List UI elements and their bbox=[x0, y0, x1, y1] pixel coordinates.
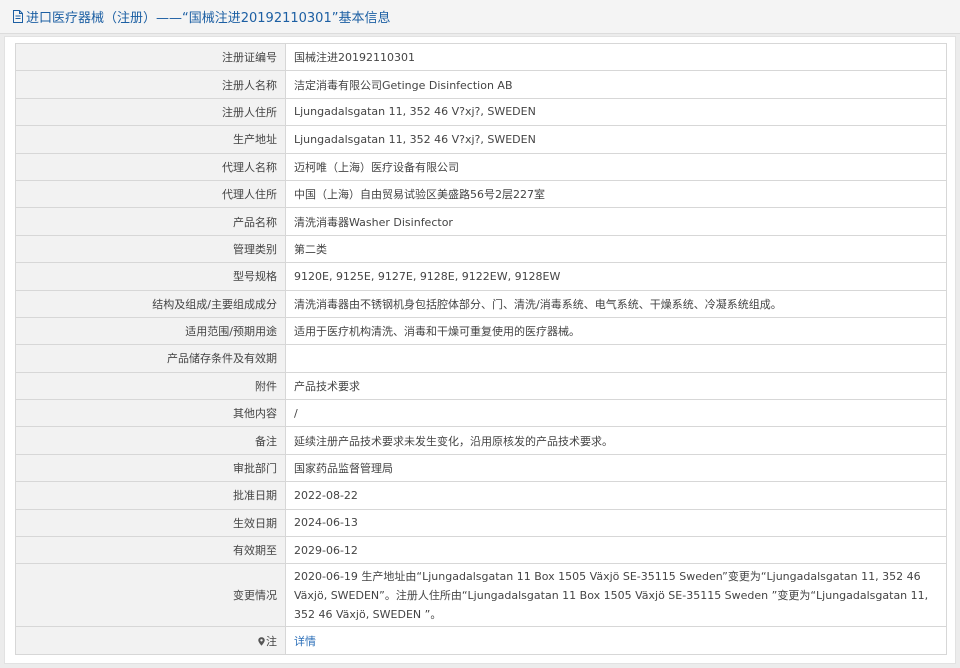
row-value: 2029-06-12 bbox=[285, 536, 947, 565]
row-value: 延续注册产品技术要求未发生变化，沿用原核发的产品技术要求。 bbox=[285, 426, 947, 455]
row-value: 2022-08-22 bbox=[285, 481, 947, 510]
row-label: 审批部门 bbox=[15, 453, 286, 483]
row-label: 适用范围/预期用途 bbox=[15, 316, 286, 346]
table-row: 备注 延续注册产品技术要求未发生变化，沿用原核发的产品技术要求。 bbox=[15, 426, 947, 455]
table-row: 有效期至 2029-06-12 bbox=[15, 536, 947, 565]
table-row: 注册人名称 洁定消毒有限公司Getinge Disinfection AB bbox=[15, 70, 947, 99]
table-row: 代理人名称 迈柯唯（上海）医疗设备有限公司 bbox=[15, 152, 947, 181]
row-value: 2020-06-19 生产地址由“Ljungadalsgatan 11 Box … bbox=[285, 563, 947, 628]
row-value: 洁定消毒有限公司Getinge Disinfection AB bbox=[285, 70, 947, 99]
row-label: 生效日期 bbox=[15, 508, 286, 538]
row-label: 附件 bbox=[15, 371, 286, 401]
row-value: 第二类 bbox=[285, 234, 947, 264]
detail-table: 注册证编号 国械注进20192110301 注册人名称 洁定消毒有限公司Getinge… bbox=[15, 42, 947, 655]
row-label: 注册人住所 bbox=[15, 97, 286, 127]
row-value: Ljungadalsgatan 11, 352 46 V?xj?, SWEDEN bbox=[285, 125, 947, 154]
table-row: 产品名称 清洗消毒器Washer Disinfector bbox=[15, 207, 947, 236]
table-row: 适用范围/预期用途 适用于医疗机构清洗、消毒和干燥可重复使用的医疗器械。 bbox=[15, 316, 947, 346]
row-value: 国家药品监督管理局 bbox=[285, 453, 947, 483]
row-value: Ljungadalsgatan 11, 352 46 V?xj?, SWEDEN bbox=[285, 97, 947, 127]
row-label: 变更情况 bbox=[15, 563, 286, 628]
page-title: 进口医疗器械（注册）——“国械注进20192110301”基本信息 bbox=[26, 11, 391, 26]
row-value: 详情 bbox=[285, 626, 947, 655]
table-row: 代理人住所 中国（上海）自由贸易试验区美盛路56号2层227室 bbox=[15, 179, 947, 209]
row-label: 生产地址 bbox=[15, 125, 286, 154]
note-label: 注 bbox=[266, 634, 277, 648]
table-row: 型号规格 9120E, 9125E, 9127E, 9128E, 9122EW, … bbox=[15, 262, 947, 291]
row-label: 批准日期 bbox=[15, 481, 286, 510]
table-row: 批准日期 2022-08-22 bbox=[15, 481, 947, 510]
table-row: 注册证编号 国械注进20192110301 bbox=[15, 42, 947, 72]
table-row: 注册人住所 Ljungadalsgatan 11, 352 46 V?xj?, S… bbox=[15, 97, 947, 127]
table-row: 管理类别 第二类 bbox=[15, 234, 947, 264]
row-value: 清洗消毒器由不锈钢机身包括腔体部分、门、清洗/消毒系统、电气系统、干燥系统、冷凝… bbox=[285, 289, 947, 318]
map-pin-icon bbox=[258, 636, 265, 646]
row-label: 注册人名称 bbox=[15, 70, 286, 99]
document-icon bbox=[13, 10, 23, 23]
row-value: 适用于医疗机构清洗、消毒和干燥可重复使用的医疗器械。 bbox=[285, 316, 947, 346]
row-label: 有效期至 bbox=[15, 536, 286, 565]
row-label: 注 bbox=[15, 626, 286, 655]
row-value: 迈柯唯（上海）医疗设备有限公司 bbox=[285, 152, 947, 181]
row-label: 代理人住所 bbox=[15, 179, 286, 209]
table-row: 结构及组成/主要组成成分 清洗消毒器由不锈钢机身包括腔体部分、门、清洗/消毒系统、… bbox=[15, 289, 947, 318]
table-row: 产品储存条件及有效期 bbox=[15, 344, 947, 373]
row-label: 备注 bbox=[15, 426, 286, 455]
row-value: 9120E, 9125E, 9127E, 9128E, 9122EW, 9128… bbox=[285, 262, 947, 291]
table-row: 其他内容 / bbox=[15, 399, 947, 428]
table-row-change: 变更情况 2020-06-19 生产地址由“Ljungadalsgatan 11… bbox=[15, 563, 947, 628]
row-value: 中国（上海）自由贸易试验区美盛路56号2层227室 bbox=[285, 179, 947, 209]
row-label: 其他内容 bbox=[15, 399, 286, 428]
row-label: 管理类别 bbox=[15, 234, 286, 264]
row-label: 产品名称 bbox=[15, 207, 286, 236]
row-label: 结构及组成/主要组成成分 bbox=[15, 289, 286, 318]
row-label: 代理人名称 bbox=[15, 152, 286, 181]
table-row: 审批部门 国家药品监督管理局 bbox=[15, 453, 947, 483]
row-label: 注册证编号 bbox=[15, 42, 286, 72]
row-label: 产品储存条件及有效期 bbox=[15, 344, 286, 373]
row-value: 国械注进20192110301 bbox=[285, 42, 947, 72]
detail-panel: 注册证编号 国械注进20192110301 注册人名称 洁定消毒有限公司Getinge… bbox=[4, 36, 956, 664]
table-row-note: 注 详情 bbox=[15, 626, 947, 655]
row-value: / bbox=[285, 399, 947, 428]
row-value: 产品技术要求 bbox=[285, 371, 947, 401]
row-value: 清洗消毒器Washer Disinfector bbox=[285, 207, 947, 236]
page-header: 进口医疗器械（注册）——“国械注进20192110301”基本信息 bbox=[0, 0, 960, 34]
details-link[interactable]: 详情 bbox=[294, 635, 316, 648]
row-value: 2024-06-13 bbox=[285, 508, 947, 538]
table-row: 附件 产品技术要求 bbox=[15, 371, 947, 401]
row-label: 型号规格 bbox=[15, 262, 286, 291]
table-row: 生效日期 2024-06-13 bbox=[15, 508, 947, 538]
table-row: 生产地址 Ljungadalsgatan 11, 352 46 V?xj?, SW… bbox=[15, 125, 947, 154]
row-value bbox=[285, 344, 947, 373]
